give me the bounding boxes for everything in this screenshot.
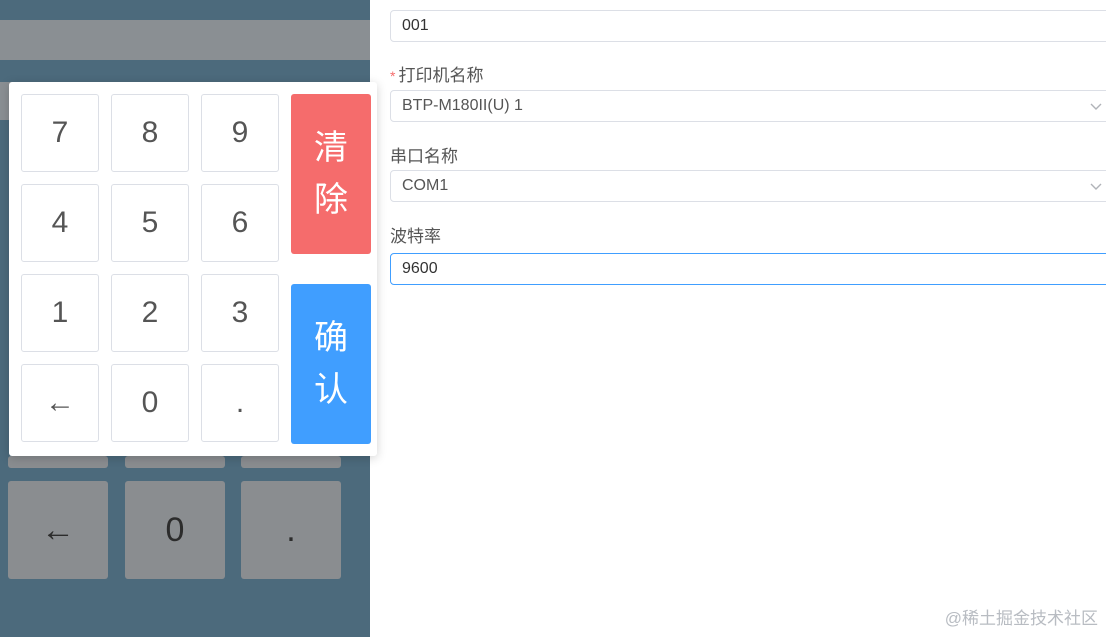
key-2[interactable]: 2 [111,274,189,352]
watermark: @稀土掘金技术社区 [944,609,1098,628]
printer-name-label: * 打印机名称 [390,61,483,86]
background-key: 0 [125,481,225,579]
key-3[interactable]: 3 [201,274,279,352]
background-key: . [241,481,341,579]
baud-rate-input[interactable]: 9600 [390,253,1106,285]
confirm-button-label: 确认 [314,318,348,410]
key-6[interactable]: 6 [201,184,279,262]
printer-name-select[interactable]: BTP-M180II(U) 1 [390,90,1106,122]
clear-button[interactable]: 清除 [291,94,371,254]
printer-settings-form: 001 * 打印机名称 BTP-M180II(U) 1 串口名称 COM1 波特率… [370,0,1106,637]
numeric-keypad: 7 8 9 4 5 6 1 2 3 ← 0 . 清除 确认 [9,82,377,456]
key-8[interactable]: 8 [111,94,189,172]
port-name-label: 串口名称 [390,147,458,166]
clear-button-label: 清除 [314,128,348,220]
background-key [125,456,225,468]
background-input-bar [0,20,370,60]
key-9[interactable]: 9 [201,94,279,172]
code-input-value: 001 [402,17,429,34]
code-input[interactable]: 001 [390,10,1106,42]
required-mark: * [390,68,396,84]
key-7[interactable]: 7 [21,94,99,172]
printer-name-value: BTP-M180II(U) 1 [402,97,523,114]
port-name-value: COM1 [402,177,449,194]
confirm-button[interactable]: 确认 [291,284,371,444]
key-0[interactable]: 0 [111,364,189,442]
backspace-key[interactable]: ← [21,364,99,442]
key-4[interactable]: 4 [21,184,99,262]
background-key: ← [8,481,108,579]
decimal-key[interactable]: . [201,364,279,442]
background-key [8,456,108,468]
printer-name-label-text: 打印机名称 [398,66,484,85]
port-name-select[interactable]: COM1 [390,170,1106,202]
chevron-down-icon [1090,183,1102,190]
baud-rate-value: 9600 [402,260,438,277]
chevron-down-icon [1090,103,1102,110]
baud-rate-label: 波特率 [390,227,441,246]
key-5[interactable]: 5 [111,184,189,262]
key-1[interactable]: 1 [21,274,99,352]
background-key [241,456,341,468]
